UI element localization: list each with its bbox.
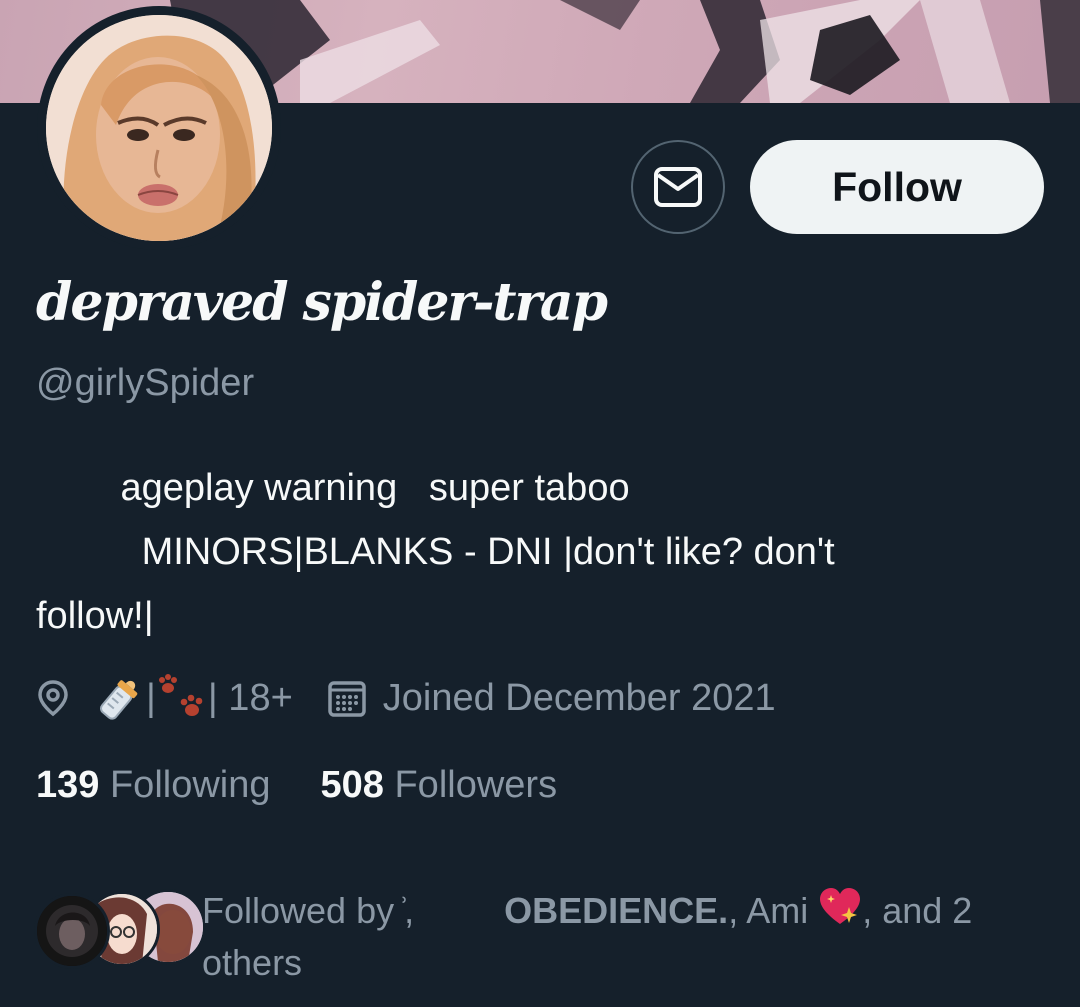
profile-avatar[interactable] bbox=[46, 15, 272, 241]
profile-meta: | | 18+ Joined December 2021 bbox=[36, 672, 776, 724]
bio-line: ageplay warning super taboo bbox=[36, 467, 630, 509]
followed-by-text: Followed by ͗, OBEDIENCE., Ami , and 2 o… bbox=[202, 885, 1062, 989]
followers-link[interactable]: 508 Followers bbox=[321, 764, 558, 807]
following-count: 139 bbox=[36, 764, 100, 806]
following-link[interactable]: 139 Following bbox=[36, 764, 271, 807]
calendar-icon bbox=[328, 681, 366, 717]
follow-counts: 139 Following 508 Followers bbox=[36, 764, 607, 807]
follower-avatar[interactable] bbox=[34, 893, 110, 969]
followers-label: Followers bbox=[394, 764, 558, 806]
location-pin-icon bbox=[38, 680, 68, 717]
meta-separator: | bbox=[146, 676, 156, 719]
baby-bottle-icon bbox=[100, 680, 138, 720]
user-handle: @girlySpider bbox=[36, 362, 255, 404]
followed-by-prefix: Followed by ͗, bbox=[202, 890, 415, 931]
joined-date: Joined December 2021 bbox=[382, 676, 776, 719]
following-label: Following bbox=[109, 764, 271, 806]
location-suffix: | 18+ bbox=[207, 676, 293, 719]
bio-line: MINORS|BLANKS - DNI |don't like? don't bbox=[36, 531, 835, 573]
followers-count: 508 bbox=[320, 764, 384, 806]
profile-bio: ageplay warning super taboo MINORS|BLANK… bbox=[36, 456, 1036, 648]
display-name: depraved spider-trap bbox=[36, 272, 608, 333]
follower-name[interactable]: OBEDIENCE. bbox=[504, 890, 728, 931]
message-button[interactable] bbox=[631, 140, 725, 234]
followed-by-suffix: , and 2 bbox=[862, 890, 973, 931]
followed-by-others: others bbox=[202, 942, 303, 983]
followed-by-middle[interactable]: , Ami bbox=[728, 890, 808, 931]
envelope-icon bbox=[654, 167, 702, 207]
bio-line: follow!| bbox=[36, 595, 154, 637]
paw-prints-icon bbox=[158, 674, 203, 716]
follow-button[interactable]: Follow bbox=[750, 140, 1044, 234]
location-text: | | 18+ bbox=[94, 672, 293, 724]
sparkling-heart-icon bbox=[820, 888, 861, 924]
